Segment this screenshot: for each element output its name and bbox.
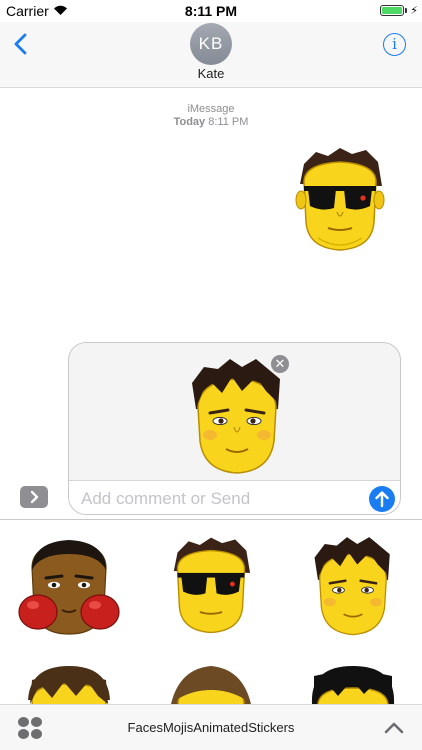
brown-hair-face-sticker (28, 666, 110, 704)
sticker-cell[interactable] (4, 652, 134, 704)
day-label: Today (173, 116, 206, 128)
time-label: 8:11 PM (208, 116, 249, 128)
chevron-right-icon (30, 490, 39, 504)
sunglasses-face-sticker[interactable] (288, 142, 392, 256)
status-bar: Carrier 8:11 PM ⚡ (0, 0, 422, 22)
contact-name[interactable]: Kate (0, 66, 422, 81)
arrow-up-icon (375, 491, 389, 508)
comment-placeholder: Add comment or Send (81, 489, 251, 508)
sticker-drawer (0, 519, 422, 704)
app-bottom-bar: FacesMojisAnimatedStickers (0, 704, 422, 750)
black-hair-face-sticker (314, 537, 390, 636)
comment-input[interactable]: Add comment or Send (69, 480, 400, 514)
battery-icon (380, 5, 404, 16)
send-button[interactable] (369, 486, 395, 512)
boxer-sticker (18, 540, 120, 635)
sticker-preview: ✕ (69, 343, 400, 480)
timestamp: Today 8:11 PM (0, 116, 422, 128)
expand-button[interactable] (20, 486, 48, 508)
sticker-cell[interactable] (288, 524, 418, 639)
app-name: FacesMojisAnimatedStickers (127, 720, 295, 735)
charging-bolt-icon: ⚡ (410, 5, 418, 17)
sticker-cell[interactable] (146, 652, 276, 704)
info-icon[interactable]: i (383, 33, 406, 56)
status-time: 8:11 PM (184, 3, 238, 19)
service-label: iMessage (187, 103, 235, 115)
avatar[interactable]: KB (190, 23, 232, 65)
sticker-cell[interactable] (4, 524, 134, 639)
chevron-left-icon[interactable] (8, 30, 36, 58)
compose-card: ✕ Add comment or Send (68, 342, 401, 515)
battery-tip (405, 8, 407, 13)
chevron-up-icon[interactable] (382, 718, 406, 738)
long-hair-face-sticker (171, 666, 251, 704)
dark-hair-face-sticker (311, 666, 395, 704)
sticker-cell[interactable] (146, 524, 276, 639)
conversation-header: KB Kate i (0, 22, 422, 88)
sunglasses-face-sticker (173, 537, 251, 634)
sticker-cell[interactable] (288, 652, 418, 704)
remove-sticker-button[interactable]: ✕ (271, 355, 289, 373)
